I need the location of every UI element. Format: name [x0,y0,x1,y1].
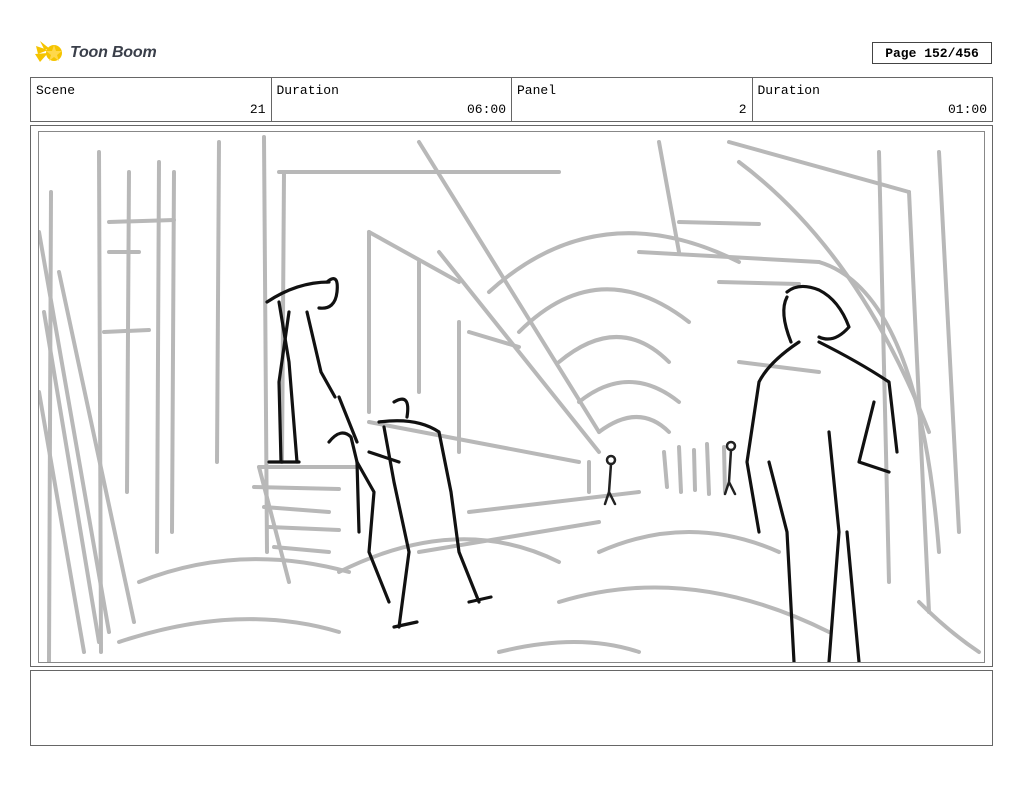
panel-notes [30,670,993,746]
toon-boom-logo: Toon Boom [34,38,157,68]
page-number: Page 152/456 [872,42,992,64]
scene-value: 21 [249,102,266,117]
background-sketch [39,135,981,662]
scene-duration-value: 06:00 [466,102,506,117]
logo-text: Toon Boom [70,44,157,61]
panel-value: 2 [738,102,747,117]
panel-duration-cell: Duration 01:00 [753,78,993,121]
storyboard-panel [38,131,985,663]
scene-duration-cell: Duration 06:00 [272,78,512,121]
panel-label: Panel [517,83,557,98]
figure-on-ledge [265,277,339,464]
panel-duration-value: 01:00 [947,102,987,117]
info-row: Scene 21 Duration 06:00 Panel 2 Duration… [30,77,993,122]
storyboard-panel-frame [30,125,993,667]
scene-duration-label: Duration [276,83,339,98]
scene-cell: Scene 21 [31,78,272,121]
storyboard-sketch [39,135,981,662]
toon-boom-star-icon [35,41,62,62]
panel-cell: Panel 2 [512,78,753,121]
panel-duration-label: Duration [757,83,820,98]
scene-label: Scene [36,83,76,98]
